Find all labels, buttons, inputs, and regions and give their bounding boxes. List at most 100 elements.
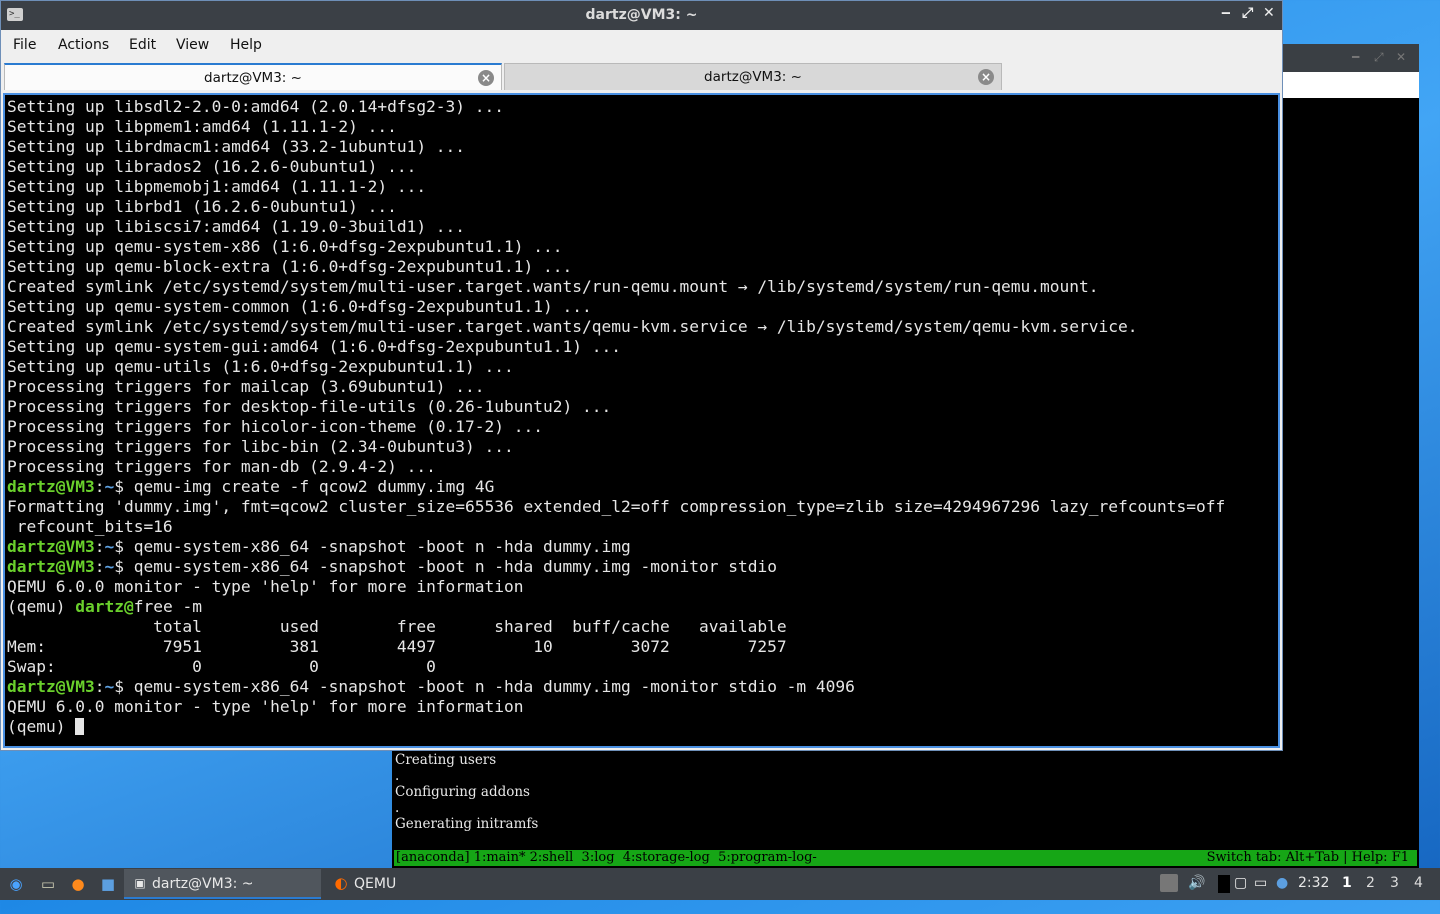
menubar: File Actions Edit View Help: [1, 30, 1282, 61]
command-text: qemu-system-x86_64 -snapshot -boot n -hd…: [133, 557, 777, 576]
terminal-line: Setting up qemu-system-x86 (1:6.0+dfsg-2…: [7, 237, 563, 256]
prompt-user: dartz@VM3: [7, 537, 95, 556]
prompt-user: dartz@VM3: [7, 477, 95, 496]
clipboard-icon[interactable]: ▢: [1234, 875, 1247, 891]
qemu-console-output: Creating users. Configuring addons. Genera…: [395, 752, 538, 832]
console-line: Configuring addons: [395, 784, 530, 800]
close-icon[interactable]: ✕: [1396, 50, 1406, 64]
terminal-window[interactable]: >_ dartz@VM3: ~ ‒ ⤢ ✕ File Actions Edit …: [0, 0, 1283, 751]
terminal-line: Setting up librados2 (16.2.6-0ubuntu1) .…: [7, 157, 417, 176]
menu-edit[interactable]: Edit: [129, 37, 156, 53]
task-label: dartz@VM3: ~: [152, 876, 254, 892]
terminal-line: Setting up qemu-system-gui:amd64 (1:6.0+…: [7, 337, 621, 356]
terminal-line: Mem: 7951 381 4497 10 3072 7257: [7, 637, 787, 656]
terminal-line: Processing triggers for hicolor-icon-the…: [7, 417, 544, 436]
workspace-2[interactable]: 2: [1366, 875, 1375, 891]
qemu-menu-strip: [1282, 72, 1419, 98]
workspace-3[interactable]: 3: [1390, 875, 1399, 891]
prompt-sep: :: [94, 677, 105, 696]
maximize-icon[interactable]: ⤢: [1374, 50, 1384, 65]
switch-tab-hint: Switch tab: Alt+Tab | Help: F1: [1206, 850, 1409, 865]
terminal-current-line: (qemu): [7, 717, 1225, 737]
firefox-icon[interactable]: ●: [68, 874, 88, 894]
terminal-line: Setting up libsdl2-2.0-0:amd64 (2.0.14+d…: [7, 97, 505, 116]
taskbar: ◉ ▭ ● ■ ▣ dartz@VM3: ~ ◐ QEMU 🔊 ▢ ▭ ● 2:…: [0, 868, 1440, 900]
menu-file[interactable]: File: [13, 37, 36, 53]
window-titlebar[interactable]: >_ dartz@VM3: ~ ‒ ⤢ ✕: [1, 1, 1282, 30]
console-line: .: [395, 800, 400, 816]
command-text: qemu-system-x86_64 -snapshot -boot n -hd…: [133, 677, 855, 696]
console-line: Generating initramfs: [395, 816, 539, 832]
qemu-titlebar[interactable]: ━ ⤢ ✕: [1282, 44, 1419, 72]
qemu-icon: ◐: [334, 874, 348, 892]
taskbar-task-terminal[interactable]: ▣ dartz@VM3: ~: [124, 869, 321, 899]
workspace-4[interactable]: 4: [1414, 875, 1423, 891]
terminal-line: Setting up libpmemobj1:amd64 (1.11.1-2) …: [7, 177, 427, 196]
network-icon[interactable]: [1160, 874, 1178, 892]
minimize-icon[interactable]: ━: [1352, 50, 1359, 64]
qemu-prompt: (qemu): [7, 717, 76, 736]
close-icon[interactable]: ✕: [1263, 5, 1275, 21]
terminal-line: Setting up libiscsi7:amd64 (1.19.0-3buil…: [7, 217, 466, 236]
console-line: Creating users: [395, 752, 497, 768]
file-manager-icon[interactable]: ▭: [38, 874, 58, 894]
tab-terminal-1[interactable]: dartz@VM3: ~ ×: [4, 63, 502, 90]
tab-label: dartz@VM3: ~: [704, 69, 802, 85]
prompt-sep: :: [94, 477, 105, 496]
terminal-line: Processing triggers for man-db (2.9.4-2)…: [7, 457, 436, 476]
taskbar-task-qemu[interactable]: ◐ QEMU: [327, 869, 570, 899]
prompt-sep: :: [94, 537, 105, 556]
menu-help[interactable]: Help: [230, 37, 262, 53]
terminal-lines: Setting up libsdl2-2.0-0:amd64 (2.0.14+d…: [7, 97, 1225, 737]
prompt-dollar: $: [114, 677, 134, 696]
terminal-line: Processing triggers for mailcap (3.69ubu…: [7, 377, 485, 396]
terminal-line: dartz@VM3:~$ qemu-img create -f qcow2 du…: [7, 477, 1225, 497]
tab-label: dartz@VM3: ~: [204, 70, 302, 86]
prompt-dir: ~: [104, 677, 115, 696]
terminal-output[interactable]: Setting up libsdl2-2.0-0:amd64 (2.0.14+d…: [3, 93, 1280, 748]
prompt-user: dartz@: [75, 597, 134, 616]
terminal-line: Setting up qemu-utils (1:6.0+dfsg-2expub…: [7, 357, 514, 376]
prompt-dollar: $: [114, 557, 134, 576]
volume-icon[interactable]: 🔊: [1188, 875, 1205, 891]
close-tab-icon[interactable]: ×: [478, 70, 494, 86]
prompt-dir: ~: [104, 557, 115, 576]
menu-view[interactable]: View: [176, 37, 209, 53]
terminal-line: dartz@VM3:~$ qemu-system-x86_64 -snapsho…: [7, 557, 1225, 577]
maximize-icon[interactable]: ⤢: [1242, 5, 1253, 21]
terminal-line: Setting up librdmacm1:amd64 (33.2-1ubunt…: [7, 137, 466, 156]
update-notifier-icon[interactable]: ●: [1276, 875, 1288, 891]
task-label: QEMU: [354, 876, 397, 892]
command-text: qemu-system-x86_64 -snapshot -boot n -hd…: [133, 537, 631, 556]
show-desktop-icon[interactable]: ■: [98, 874, 118, 894]
terminal-line: Formatting 'dummy.img', fmt=qcow2 cluste…: [7, 497, 1226, 516]
clock[interactable]: 2:32: [1298, 875, 1329, 891]
close-tab-icon[interactable]: ×: [978, 69, 994, 85]
battery-icon[interactable]: [1218, 875, 1230, 893]
terminal-line: Swap: 0 0 0: [7, 657, 436, 676]
terminal-line: QEMU 6.0.0 monitor - type 'help' for mor…: [7, 697, 524, 716]
prompt-dollar: $: [114, 537, 134, 556]
terminal-line: Processing triggers for libc-bin (2.34-0…: [7, 437, 514, 456]
terminal-line: Processing triggers for desktop-file-uti…: [7, 397, 612, 416]
minimize-icon[interactable]: ‒: [1221, 5, 1231, 21]
display-icon[interactable]: ▭: [1254, 875, 1267, 891]
menu-actions[interactable]: Actions: [58, 37, 109, 53]
command-text: qemu-img create -f qcow2 dummy.img 4G: [133, 477, 495, 496]
start-menu-icon[interactable]: ◉: [6, 874, 26, 894]
anaconda-status-bar: [anaconda] 1:main* 2:shell 3:log 4:stora…: [394, 850, 1417, 866]
tab-terminal-2[interactable]: dartz@VM3: ~ ×: [504, 63, 1002, 90]
terminal-line: QEMU 6.0.0 monitor - type 'help' for mor…: [7, 577, 524, 596]
prompt-user: dartz@VM3: [7, 677, 95, 696]
prompt-dir: ~: [104, 477, 115, 496]
terminal-icon: ▣: [134, 876, 146, 890]
window-title: dartz@VM3: ~: [585, 7, 698, 23]
workspace-1[interactable]: 1: [1342, 875, 1352, 891]
qemu-prompt: (qemu): [7, 597, 76, 616]
terminal-line: Setting up librbd1 (16.2.6-0ubuntu1) ...: [7, 197, 397, 216]
terminal-line: (qemu) dartz@free -m: [7, 597, 1225, 617]
prompt-user: dartz@VM3: [7, 557, 95, 576]
terminal-line: Setting up libpmem1:amd64 (1.11.1-2) ...: [7, 117, 397, 136]
terminal-line: Setting up qemu-block-extra (1:6.0+dfsg-…: [7, 257, 573, 276]
terminal-line: Setting up qemu-system-common (1:6.0+dfs…: [7, 297, 592, 316]
